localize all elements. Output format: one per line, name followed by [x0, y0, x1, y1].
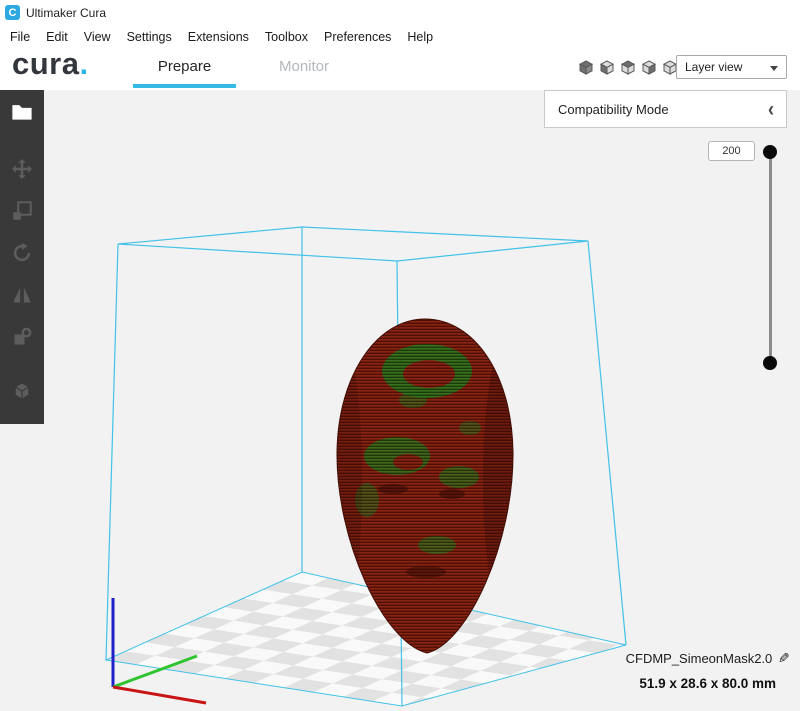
scale-button[interactable] [0, 190, 44, 232]
layer-slider-handle-bottom[interactable] [763, 356, 777, 370]
open-file-button[interactable] [0, 90, 44, 134]
cura-app-icon: C [5, 5, 20, 20]
header: C Ultimaker Cura File Edit View Settings… [0, 0, 800, 90]
camera-view-buttons [578, 59, 678, 75]
rename-pencil-icon[interactable]: ✎ [778, 650, 790, 667]
chevron-left-icon[interactable]: ‹ [768, 98, 774, 120]
rotate-icon [13, 243, 31, 262]
support-blocker-icon [15, 383, 29, 399]
menu-view[interactable]: View [76, 27, 119, 47]
menu-settings[interactable]: Settings [119, 27, 180, 47]
tab-prepare[interactable]: Prepare [133, 58, 236, 75]
view-left-icon[interactable] [641, 59, 657, 75]
menu-preferences[interactable]: Preferences [316, 27, 399, 47]
menu-help[interactable]: Help [399, 27, 441, 47]
compatibility-mode-panel[interactable]: Compatibility Mode ‹ [544, 90, 787, 128]
window-title: Ultimaker Cura [26, 6, 107, 20]
mirror-icon [13, 287, 31, 303]
menu-bar: File Edit View Settings Extensions Toolb… [2, 27, 441, 47]
view-front-icon[interactable] [599, 59, 615, 75]
view-top-icon[interactable] [620, 59, 636, 75]
view-3d-icon[interactable] [578, 59, 594, 75]
menu-toolbox[interactable]: Toolbox [257, 27, 316, 47]
model-info: CFDMP_SimeonMask2.0 ✎ 51.9 x 28.6 x 80.0 … [626, 650, 790, 691]
view-mode-dropdown[interactable]: Layer view [676, 55, 787, 79]
model-dimensions: 51.9 x 28.6 x 80.0 mm [639, 676, 776, 691]
open-file-icon [12, 105, 32, 120]
layer-slider-track[interactable] [769, 152, 772, 364]
tab-monitor[interactable]: Monitor [268, 58, 340, 75]
view-mode-value: Layer view [685, 60, 743, 74]
cura-window: C Ultimaker Cura File Edit View Settings… [0, 0, 800, 711]
move-icon [12, 159, 32, 179]
cura-logo: cura. [12, 46, 89, 81]
title-bar: C Ultimaker Cura [0, 0, 800, 25]
per-model-settings-icon [14, 327, 32, 345]
menu-file[interactable]: File [2, 27, 38, 47]
menu-extensions[interactable]: Extensions [180, 27, 257, 47]
move-button[interactable] [0, 148, 44, 190]
scale-icon [13, 201, 32, 220]
layer-slider-handle-top[interactable] [763, 145, 777, 159]
layer-value-box: 200 [708, 141, 755, 161]
mirror-button[interactable] [0, 274, 44, 316]
menu-edit[interactable]: Edit [38, 27, 76, 47]
cura-logo-dot: . [79, 46, 89, 81]
rotate-button[interactable] [0, 232, 44, 274]
chevron-down-icon [770, 66, 778, 71]
active-tab-underline [133, 84, 236, 88]
support-blocker-button[interactable] [0, 370, 44, 412]
model-name: CFDMP_SimeonMask2.0 [625, 651, 773, 666]
build-plate [104, 571, 627, 707]
per-model-settings-button[interactable] [0, 316, 44, 358]
tool-sidebar [0, 90, 44, 424]
compatibility-mode-label: Compatibility Mode [558, 101, 669, 117]
